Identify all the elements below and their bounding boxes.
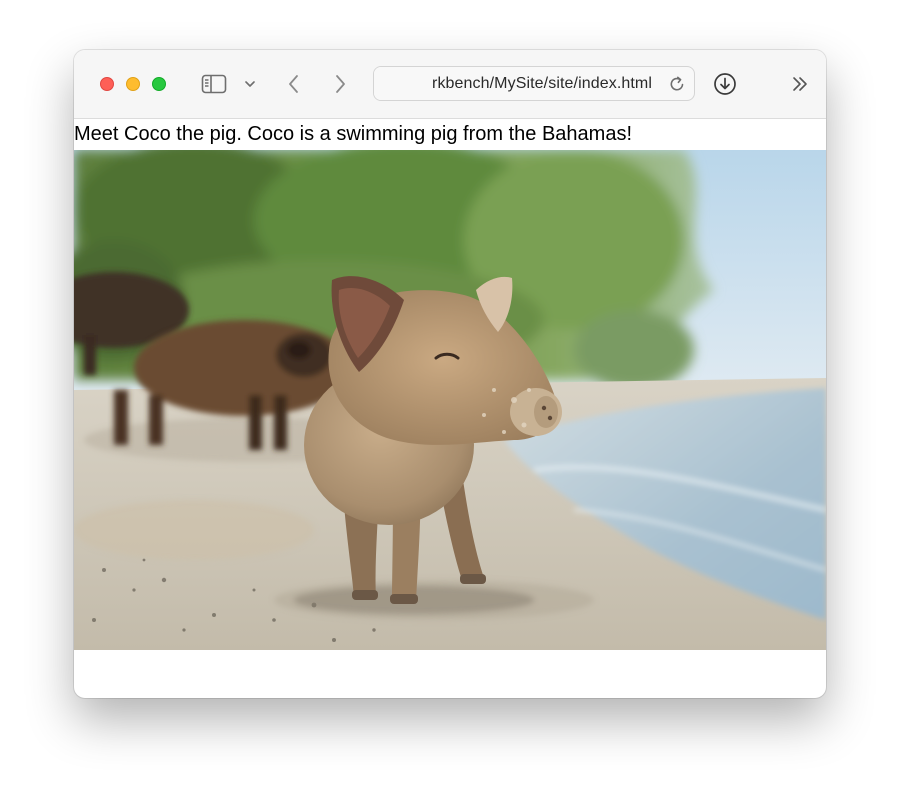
- browser-window: rkbench/MySite/site/index.html Meet Coco…: [74, 50, 826, 698]
- pig-photo: [74, 150, 826, 650]
- minimize-window-button[interactable]: [126, 77, 140, 91]
- chevron-down-icon: [245, 81, 255, 87]
- download-icon: [714, 73, 736, 95]
- chevron-left-icon: [289, 75, 298, 93]
- reload-button[interactable]: [666, 73, 688, 95]
- page-caption: Meet Coco the pig. Coco is a swimming pi…: [74, 123, 633, 145]
- address-bar[interactable]: rkbench/MySite/site/index.html: [373, 66, 695, 101]
- browser-toolbar: rkbench/MySite/site/index.html: [74, 50, 826, 119]
- sidebar-toggle-button[interactable]: [199, 70, 229, 98]
- downloads-button[interactable]: [712, 70, 738, 98]
- forward-button[interactable]: [328, 70, 352, 98]
- double-chevron-right-icon: [793, 77, 807, 91]
- sidebar-icon: [201, 74, 227, 94]
- maximize-window-button[interactable]: [152, 77, 166, 91]
- pig-on-beach-image: [74, 150, 826, 650]
- back-button[interactable]: [282, 70, 306, 98]
- close-window-button[interactable]: [100, 77, 114, 91]
- chevron-right-icon: [336, 75, 345, 93]
- address-text[interactable]: rkbench/MySite/site/index.html: [432, 75, 652, 93]
- more-toolbar-items-button[interactable]: [788, 72, 812, 96]
- reload-icon: [670, 76, 684, 91]
- address-fade: [374, 67, 424, 100]
- tab-overview-button[interactable]: [242, 74, 258, 94]
